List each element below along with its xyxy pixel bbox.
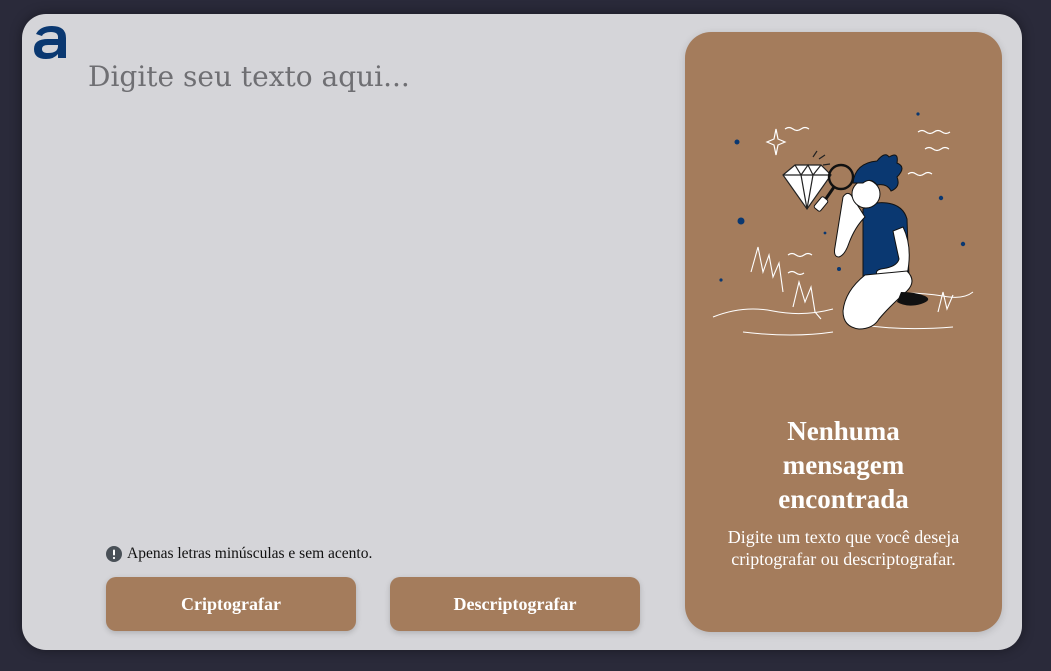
input-hint: Apenas letras minúsculas e sem acento. bbox=[106, 545, 372, 563]
person-with-magnifying-glass-illustration bbox=[712, 112, 974, 336]
encrypt-button[interactable]: Criptografar bbox=[106, 577, 356, 631]
empty-state-title: Nenhuma mensagem encontrada bbox=[778, 416, 909, 514]
app-container: Apenas letras minúsculas e sem acento. C… bbox=[22, 14, 1022, 650]
hint-text: Apenas letras minúsculas e sem acento. bbox=[127, 545, 373, 562]
message-input[interactable] bbox=[88, 60, 648, 530]
output-panel: Nenhuma mensagem encontrada Digite um te… bbox=[685, 32, 1002, 632]
empty-state-subtitle: Digite um texto que você deseja criptogr… bbox=[727, 527, 960, 569]
decrypt-button[interactable]: Descriptografar bbox=[390, 577, 640, 631]
exclamation-circle-icon bbox=[106, 546, 122, 562]
alura-logo-icon bbox=[34, 26, 66, 59]
